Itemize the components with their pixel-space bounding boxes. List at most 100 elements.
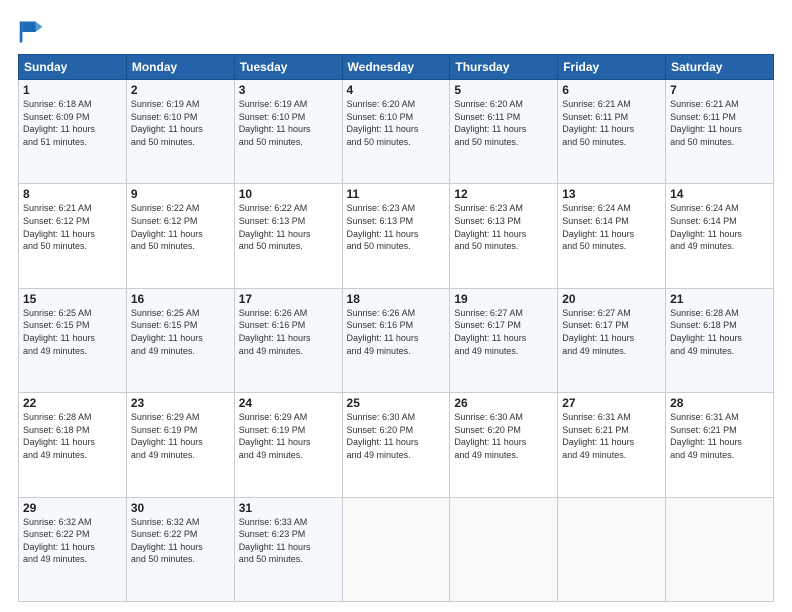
day-number: 18 [347, 292, 446, 306]
day-info: Sunrise: 6:20 AM Sunset: 6:10 PM Dayligh… [347, 98, 446, 148]
day-number: 31 [239, 501, 338, 515]
calendar-cell: 2Sunrise: 6:19 AM Sunset: 6:10 PM Daylig… [126, 80, 234, 184]
calendar-cell: 8Sunrise: 6:21 AM Sunset: 6:12 PM Daylig… [19, 184, 127, 288]
calendar-cell: 10Sunrise: 6:22 AM Sunset: 6:13 PM Dayli… [234, 184, 342, 288]
day-info: Sunrise: 6:32 AM Sunset: 6:22 PM Dayligh… [131, 516, 230, 566]
calendar-cell: 3Sunrise: 6:19 AM Sunset: 6:10 PM Daylig… [234, 80, 342, 184]
calendar-week-row: 8Sunrise: 6:21 AM Sunset: 6:12 PM Daylig… [19, 184, 774, 288]
calendar-cell: 12Sunrise: 6:23 AM Sunset: 6:13 PM Dayli… [450, 184, 558, 288]
day-header-monday: Monday [126, 55, 234, 80]
day-number: 2 [131, 83, 230, 97]
logo-icon [18, 18, 46, 46]
day-number: 12 [454, 187, 553, 201]
day-info: Sunrise: 6:33 AM Sunset: 6:23 PM Dayligh… [239, 516, 338, 566]
day-number: 5 [454, 83, 553, 97]
logo [18, 18, 52, 46]
day-number: 10 [239, 187, 338, 201]
day-info: Sunrise: 6:28 AM Sunset: 6:18 PM Dayligh… [670, 307, 769, 357]
day-number: 1 [23, 83, 122, 97]
day-info: Sunrise: 6:31 AM Sunset: 6:21 PM Dayligh… [562, 411, 661, 461]
day-number: 25 [347, 396, 446, 410]
day-number: 28 [670, 396, 769, 410]
day-info: Sunrise: 6:30 AM Sunset: 6:20 PM Dayligh… [347, 411, 446, 461]
calendar-body: 1Sunrise: 6:18 AM Sunset: 6:09 PM Daylig… [19, 80, 774, 602]
day-header-wednesday: Wednesday [342, 55, 450, 80]
calendar-cell: 16Sunrise: 6:25 AM Sunset: 6:15 PM Dayli… [126, 288, 234, 392]
day-header-tuesday: Tuesday [234, 55, 342, 80]
calendar-cell: 7Sunrise: 6:21 AM Sunset: 6:11 PM Daylig… [666, 80, 774, 184]
calendar-cell: 20Sunrise: 6:27 AM Sunset: 6:17 PM Dayli… [558, 288, 666, 392]
calendar-cell: 19Sunrise: 6:27 AM Sunset: 6:17 PM Dayli… [450, 288, 558, 392]
day-info: Sunrise: 6:19 AM Sunset: 6:10 PM Dayligh… [239, 98, 338, 148]
day-info: Sunrise: 6:27 AM Sunset: 6:17 PM Dayligh… [562, 307, 661, 357]
day-info: Sunrise: 6:21 AM Sunset: 6:12 PM Dayligh… [23, 202, 122, 252]
day-number: 4 [347, 83, 446, 97]
day-info: Sunrise: 6:29 AM Sunset: 6:19 PM Dayligh… [239, 411, 338, 461]
calendar-cell: 26Sunrise: 6:30 AM Sunset: 6:20 PM Dayli… [450, 393, 558, 497]
day-number: 11 [347, 187, 446, 201]
day-info: Sunrise: 6:26 AM Sunset: 6:16 PM Dayligh… [239, 307, 338, 357]
day-info: Sunrise: 6:22 AM Sunset: 6:13 PM Dayligh… [239, 202, 338, 252]
day-number: 14 [670, 187, 769, 201]
day-info: Sunrise: 6:25 AM Sunset: 6:15 PM Dayligh… [131, 307, 230, 357]
calendar-cell: 23Sunrise: 6:29 AM Sunset: 6:19 PM Dayli… [126, 393, 234, 497]
calendar-week-row: 22Sunrise: 6:28 AM Sunset: 6:18 PM Dayli… [19, 393, 774, 497]
calendar-cell: 29Sunrise: 6:32 AM Sunset: 6:22 PM Dayli… [19, 497, 127, 601]
calendar-cell: 9Sunrise: 6:22 AM Sunset: 6:12 PM Daylig… [126, 184, 234, 288]
day-number: 26 [454, 396, 553, 410]
day-info: Sunrise: 6:18 AM Sunset: 6:09 PM Dayligh… [23, 98, 122, 148]
calendar-cell [450, 497, 558, 601]
calendar-cell: 21Sunrise: 6:28 AM Sunset: 6:18 PM Dayli… [666, 288, 774, 392]
day-info: Sunrise: 6:19 AM Sunset: 6:10 PM Dayligh… [131, 98, 230, 148]
day-info: Sunrise: 6:21 AM Sunset: 6:11 PM Dayligh… [562, 98, 661, 148]
calendar-cell [342, 497, 450, 601]
calendar-cell: 22Sunrise: 6:28 AM Sunset: 6:18 PM Dayli… [19, 393, 127, 497]
day-info: Sunrise: 6:25 AM Sunset: 6:15 PM Dayligh… [23, 307, 122, 357]
day-number: 22 [23, 396, 122, 410]
day-info: Sunrise: 6:29 AM Sunset: 6:19 PM Dayligh… [131, 411, 230, 461]
calendar-cell: 28Sunrise: 6:31 AM Sunset: 6:21 PM Dayli… [666, 393, 774, 497]
day-info: Sunrise: 6:20 AM Sunset: 6:11 PM Dayligh… [454, 98, 553, 148]
day-info: Sunrise: 6:21 AM Sunset: 6:11 PM Dayligh… [670, 98, 769, 148]
page: SundayMondayTuesdayWednesdayThursdayFrid… [0, 0, 792, 612]
day-number: 6 [562, 83, 661, 97]
calendar-cell: 1Sunrise: 6:18 AM Sunset: 6:09 PM Daylig… [19, 80, 127, 184]
day-number: 23 [131, 396, 230, 410]
calendar-week-row: 1Sunrise: 6:18 AM Sunset: 6:09 PM Daylig… [19, 80, 774, 184]
day-header-thursday: Thursday [450, 55, 558, 80]
calendar-cell: 4Sunrise: 6:20 AM Sunset: 6:10 PM Daylig… [342, 80, 450, 184]
calendar-cell: 11Sunrise: 6:23 AM Sunset: 6:13 PM Dayli… [342, 184, 450, 288]
day-info: Sunrise: 6:28 AM Sunset: 6:18 PM Dayligh… [23, 411, 122, 461]
header [18, 18, 774, 46]
calendar-cell: 24Sunrise: 6:29 AM Sunset: 6:19 PM Dayli… [234, 393, 342, 497]
day-header-friday: Friday [558, 55, 666, 80]
day-number: 30 [131, 501, 230, 515]
day-info: Sunrise: 6:26 AM Sunset: 6:16 PM Dayligh… [347, 307, 446, 357]
calendar-cell [666, 497, 774, 601]
day-number: 13 [562, 187, 661, 201]
calendar-cell: 27Sunrise: 6:31 AM Sunset: 6:21 PM Dayli… [558, 393, 666, 497]
calendar-cell: 18Sunrise: 6:26 AM Sunset: 6:16 PM Dayli… [342, 288, 450, 392]
day-header-sunday: Sunday [19, 55, 127, 80]
day-info: Sunrise: 6:30 AM Sunset: 6:20 PM Dayligh… [454, 411, 553, 461]
calendar-cell: 13Sunrise: 6:24 AM Sunset: 6:14 PM Dayli… [558, 184, 666, 288]
day-info: Sunrise: 6:31 AM Sunset: 6:21 PM Dayligh… [670, 411, 769, 461]
day-info: Sunrise: 6:24 AM Sunset: 6:14 PM Dayligh… [670, 202, 769, 252]
day-number: 29 [23, 501, 122, 515]
day-number: 20 [562, 292, 661, 306]
calendar-cell: 6Sunrise: 6:21 AM Sunset: 6:11 PM Daylig… [558, 80, 666, 184]
day-number: 3 [239, 83, 338, 97]
day-info: Sunrise: 6:32 AM Sunset: 6:22 PM Dayligh… [23, 516, 122, 566]
calendar-week-row: 29Sunrise: 6:32 AM Sunset: 6:22 PM Dayli… [19, 497, 774, 601]
calendar-cell: 5Sunrise: 6:20 AM Sunset: 6:11 PM Daylig… [450, 80, 558, 184]
calendar-cell: 25Sunrise: 6:30 AM Sunset: 6:20 PM Dayli… [342, 393, 450, 497]
calendar-week-row: 15Sunrise: 6:25 AM Sunset: 6:15 PM Dayli… [19, 288, 774, 392]
day-header-saturday: Saturday [666, 55, 774, 80]
day-info: Sunrise: 6:23 AM Sunset: 6:13 PM Dayligh… [454, 202, 553, 252]
calendar-cell [558, 497, 666, 601]
day-number: 15 [23, 292, 122, 306]
calendar-header-row: SundayMondayTuesdayWednesdayThursdayFrid… [19, 55, 774, 80]
day-number: 19 [454, 292, 553, 306]
day-number: 16 [131, 292, 230, 306]
day-number: 27 [562, 396, 661, 410]
